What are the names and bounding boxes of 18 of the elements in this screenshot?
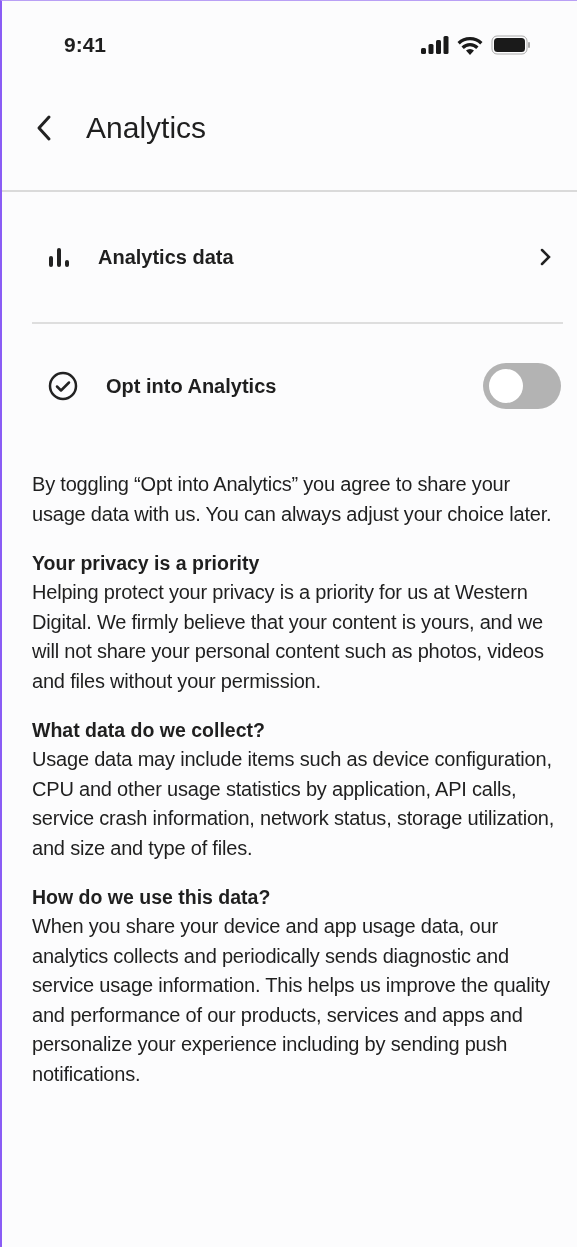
section-text: Usage data may include items such as device configuration, CPU and other usage statistics by application, API calls, service crash information, network status, storage utilization, and size and type of files. — [32, 747, 556, 861]
section-heading: What data do we collect? — [32, 718, 266, 743]
chevron-right-icon[interactable] — [539, 247, 553, 267]
section-heading: Your privacy is a priority — [32, 551, 261, 576]
bar-chart-icon — [48, 246, 70, 268]
status-time: 9:41 — [64, 33, 107, 57]
battery-icon — [491, 35, 531, 55]
toggle-switch[interactable] — [483, 363, 561, 409]
page-title: Analytics — [86, 110, 207, 145]
section-heading: How do we use this data? — [32, 885, 272, 910]
section-text: When you share your device and app usage data, our analytics collects and periodically sends diagnostic and service usage information. This helps us improve the quality and performance of our products, services and apps and personalize your experience including by sending push notifications. — [32, 914, 551, 1087]
row-label: Analytics data — [98, 245, 235, 269]
row-label: Opt into Analytics — [106, 374, 278, 398]
wifi-icon — [457, 35, 483, 55]
signal-icon — [421, 36, 449, 54]
section-text: Helping protect your privacy is a priority for us at Western Digital. We firmly believe that your content is yours, and we will not share your personal content such as photos, videos and files without your permission. — [32, 580, 545, 694]
intro-text: By toggling “Opt into Analytics” you agree to share your usage data with us. You can always adjust your choice later. — [32, 472, 553, 527]
check-circle-icon — [48, 371, 78, 401]
